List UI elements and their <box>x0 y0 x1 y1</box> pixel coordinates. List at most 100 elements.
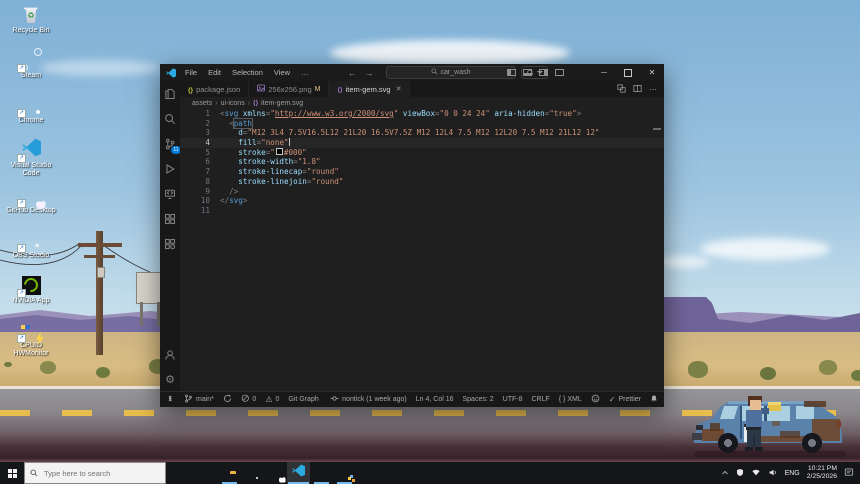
network-icon[interactable] <box>751 464 761 482</box>
minimize-button[interactable]: ─ <box>592 64 616 81</box>
activity-source-control-icon[interactable]: 11 <box>162 137 178 151</box>
back-icon[interactable]: ← <box>348 68 357 78</box>
language-indicator[interactable]: ENG <box>785 470 800 477</box>
status-ln-4-col-16[interactable]: Ln 4, Col 16 <box>416 396 454 403</box>
taskbar-apps <box>172 462 356 484</box>
taskbar-app-aseprite[interactable] <box>310 462 333 484</box>
code-line-4[interactable]: 4 fill="none" <box>180 138 664 148</box>
activity-search-icon[interactable] <box>162 112 178 126</box>
tab-256x256-png[interactable]: 256x256.pngM <box>249 81 329 97</box>
start-button[interactable] <box>0 462 24 484</box>
toggle-sidebar-icon[interactable] <box>507 69 516 76</box>
color-swatch[interactable] <box>276 148 283 155</box>
menu-item-selection[interactable]: Selection <box>227 66 268 79</box>
close-button[interactable]: ✕ <box>640 64 664 81</box>
tabs: {}package.json256x256.pngM⟨⟩item-gem.svg… <box>180 81 410 97</box>
taskbar-search[interactable] <box>24 462 166 484</box>
code-line-1[interactable]: 1<svg xmlns="http://www.w3.org/2000/svg"… <box>180 109 664 119</box>
customize-layout-icon[interactable] <box>555 69 564 76</box>
taskbar-app-edge[interactable] <box>195 462 218 484</box>
desktop-icon-chrome[interactable]: ↗Chrome <box>2 94 60 138</box>
taskbar-app-chrome[interactable] <box>241 462 264 484</box>
command-center[interactable]: car_wash <box>386 66 516 79</box>
desktop-icon-steam[interactable]: ↗Steam <box>2 49 60 93</box>
code-line-6[interactable]: 6 stroke-width="1.8" <box>180 157 664 167</box>
telephone-pole <box>96 231 103 355</box>
status-xml[interactable]: { } XML <box>559 396 582 403</box>
maximize-button[interactable] <box>616 64 640 81</box>
activity-debug-icon[interactable] <box>162 162 178 176</box>
menu-item-view[interactable]: View <box>269 66 295 79</box>
activity-remote-icon[interactable] <box>162 187 178 201</box>
status-prettier[interactable]: ✓Prettier <box>609 395 641 404</box>
status-0[interactable]: ⚠0 <box>265 396 279 404</box>
status-utf-8[interactable]: UTF-8 <box>503 396 523 403</box>
modified-badge: M <box>315 86 321 93</box>
status-0[interactable]: 0 <box>241 394 256 405</box>
toggle-panel-icon[interactable] <box>523 69 532 76</box>
close-tab-icon[interactable]: ✕ <box>396 85 402 93</box>
desktop-icon-cpuid[interactable]: ↗CPUID HWMonitor <box>2 319 60 363</box>
code-line-5[interactable]: 5 stroke="#000" <box>180 148 664 158</box>
taskbar-app-github-desktop[interactable] <box>264 462 287 484</box>
desktop-icon-recycle-bin[interactable]: ♻Recycle Bin <box>2 4 60 48</box>
breadcrumb-item[interactable]: item-gem.svg <box>261 100 303 107</box>
status-smiley[interactable] <box>591 394 600 405</box>
tab-label: item-gem.svg <box>346 85 391 94</box>
breadcrumb[interactable]: assets›ui-icons›⟨⟩item-gem.svg <box>180 97 664 109</box>
desktop-icon-vscode[interactable]: ↗Visual Studio Code <box>2 139 60 183</box>
tab-item-gem-svg[interactable]: ⟨⟩item-gem.svg✕ <box>329 81 410 97</box>
volume-icon[interactable] <box>768 464 778 482</box>
tab-package-json[interactable]: {}package.json <box>180 81 249 97</box>
toggle-secondary-sidebar-icon[interactable] <box>539 69 548 76</box>
code-line-9[interactable]: 9 /> <box>180 187 664 197</box>
code-line-11[interactable]: 11 <box>180 206 664 216</box>
status-nontick-1-week-ago[interactable]: nontick (1 week ago) <box>330 394 407 405</box>
taskbar-search-input[interactable] <box>42 468 160 479</box>
breadcrumb-item[interactable]: assets <box>192 100 212 107</box>
desktop-icon-github-desktop[interactable]: ↗GitHub Desktop <box>2 184 60 228</box>
menu-item-[interactable]: … <box>296 66 314 79</box>
desktop-icon-nvidia[interactable]: ↗NVIDIA App <box>2 274 60 318</box>
more-actions-icon[interactable]: ⋯ <box>649 85 657 94</box>
status-sync[interactable] <box>223 394 232 405</box>
hidden-icons-chevron[interactable] <box>721 464 729 482</box>
status-git-graph[interactable]: Git Graph <box>288 396 318 403</box>
taskbar: ENG 10:21 PM 2/25/2026 <box>0 462 860 484</box>
clock[interactable]: 10:21 PM 2/25/2026 <box>807 465 837 481</box>
desktop-icon-obs[interactable]: ↗OBS Studio <box>2 229 60 273</box>
activity-extensions-icon[interactable] <box>162 212 178 226</box>
code-line-8[interactable]: 8 stroke-linejoin="round" <box>180 177 664 187</box>
menu-item-edit[interactable]: Edit <box>203 66 226 79</box>
forward-icon[interactable]: → <box>365 68 374 78</box>
activity-files-icon[interactable] <box>162 87 178 101</box>
shortcut-arrow-badge: ↗ <box>17 64 26 73</box>
action-center-icon[interactable] <box>844 464 854 482</box>
breadcrumb-item[interactable]: ui-icons <box>221 100 245 107</box>
status-crlf[interactable]: CRLF <box>531 396 549 403</box>
status-bell[interactable] <box>650 394 658 405</box>
taskbar-app-color-wheel[interactable] <box>172 462 195 484</box>
line-number: 9 <box>180 187 220 197</box>
status-remote-status[interactable] <box>166 394 175 405</box>
split-editor-icon[interactable] <box>633 84 642 95</box>
menu-item-file[interactable]: File <box>180 66 202 79</box>
status-main[interactable]: main* <box>184 394 214 405</box>
code-editor[interactable]: 1<svg xmlns="http://www.w3.org/2000/svg"… <box>180 109 664 392</box>
activity-settings-icon[interactable]: ⚙ <box>162 372 178 386</box>
open-changes-icon[interactable] <box>617 84 626 95</box>
taskbar-app-file-explorer[interactable] <box>218 462 241 484</box>
code-line-7[interactable]: 7 stroke-linecap="round" <box>180 167 664 177</box>
taskbar-app-pixel-game[interactable] <box>333 462 356 484</box>
code-line-10[interactable]: 10</svg> <box>180 196 664 206</box>
taskbar-app-vscode[interactable] <box>287 462 310 484</box>
status-spaces-2[interactable]: Spaces: 2 <box>463 396 494 403</box>
line-number: 8 <box>180 177 220 187</box>
vscode-icon <box>292 464 305 482</box>
activity-grid-gear-icon[interactable] <box>162 237 178 251</box>
defender-shield-icon[interactable] <box>736 464 744 482</box>
code-line-2[interactable]: 2 <path <box>180 119 664 129</box>
activity-account-icon[interactable] <box>162 348 178 362</box>
vscode-titlebar: FileEditSelectionView… ← → car_wash ─ ✕ <box>160 64 664 82</box>
code-line-3[interactable]: 3 d="M12 3L4 7.5V16.5L12 21L20 16.5V7.5Z… <box>180 128 664 138</box>
